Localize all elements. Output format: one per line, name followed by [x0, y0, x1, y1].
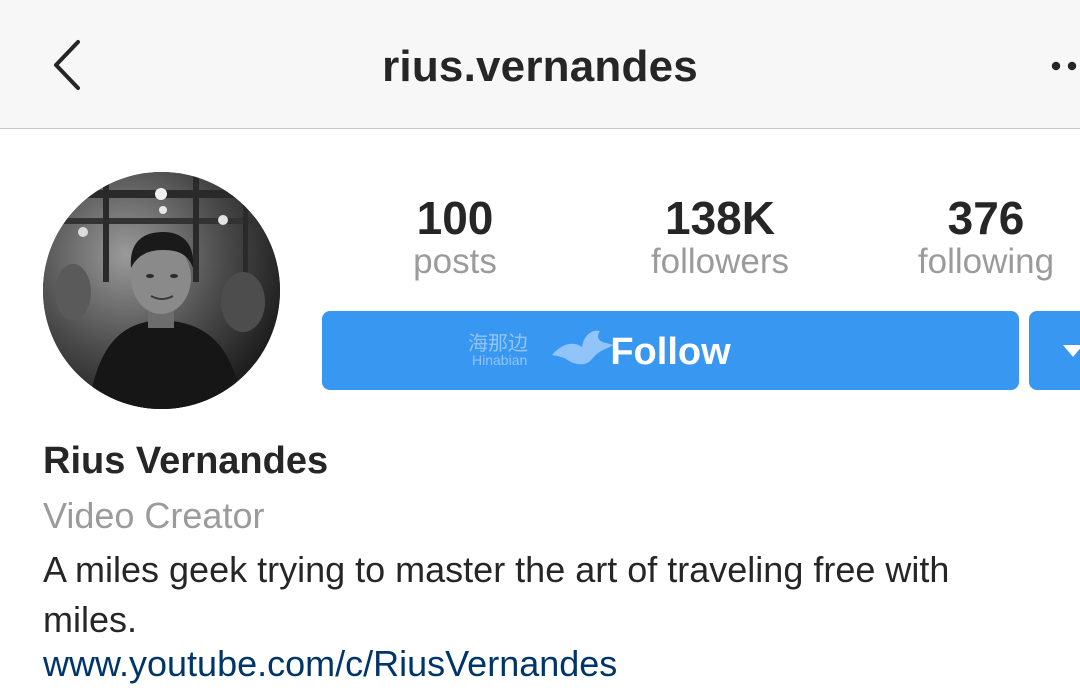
stat-followers[interactable]: 138K followers [610, 190, 830, 282]
stat-posts[interactable]: 100 posts [345, 190, 565, 282]
profile-photo [43, 172, 280, 409]
caret-down-icon [1063, 345, 1080, 357]
profile-full-name: Rius Vernandes [43, 440, 329, 482]
follow-label: Follow [610, 331, 731, 373]
posts-label: posts [413, 242, 497, 281]
followers-count: 138K [665, 192, 775, 244]
stat-following[interactable]: 376 following [876, 190, 1080, 282]
profile-category: Video Creator [43, 495, 265, 536]
following-count: 376 [947, 192, 1025, 244]
profile-avatar[interactable] [43, 172, 280, 409]
profile-bio: A miles geek trying to master the art of… [43, 545, 1080, 645]
top-navigation-bar: rius.vernandes [0, 0, 1080, 129]
suggested-dropdown-button[interactable] [1029, 311, 1080, 390]
following-label: following [917, 242, 1055, 281]
more-options-button[interactable] [1042, 50, 1080, 80]
profile-website-link[interactable]: www.youtube.com/c/RiusVernandes [43, 643, 617, 685]
followers-label: followers [650, 242, 790, 281]
follow-button[interactable]: 海那边 Hinabian Follow [322, 311, 1019, 390]
profile-page: rius.vernandes 100 posts 138K followers … [0, 0, 1080, 692]
profile-username-title: rius.vernandes [382, 42, 698, 91]
posts-count: 100 [416, 192, 494, 244]
bio-line: A miles geek trying to master the art of… [43, 549, 950, 590]
bio-line: miles. [43, 599, 138, 640]
more-horizontal-icon [1051, 61, 1077, 71]
